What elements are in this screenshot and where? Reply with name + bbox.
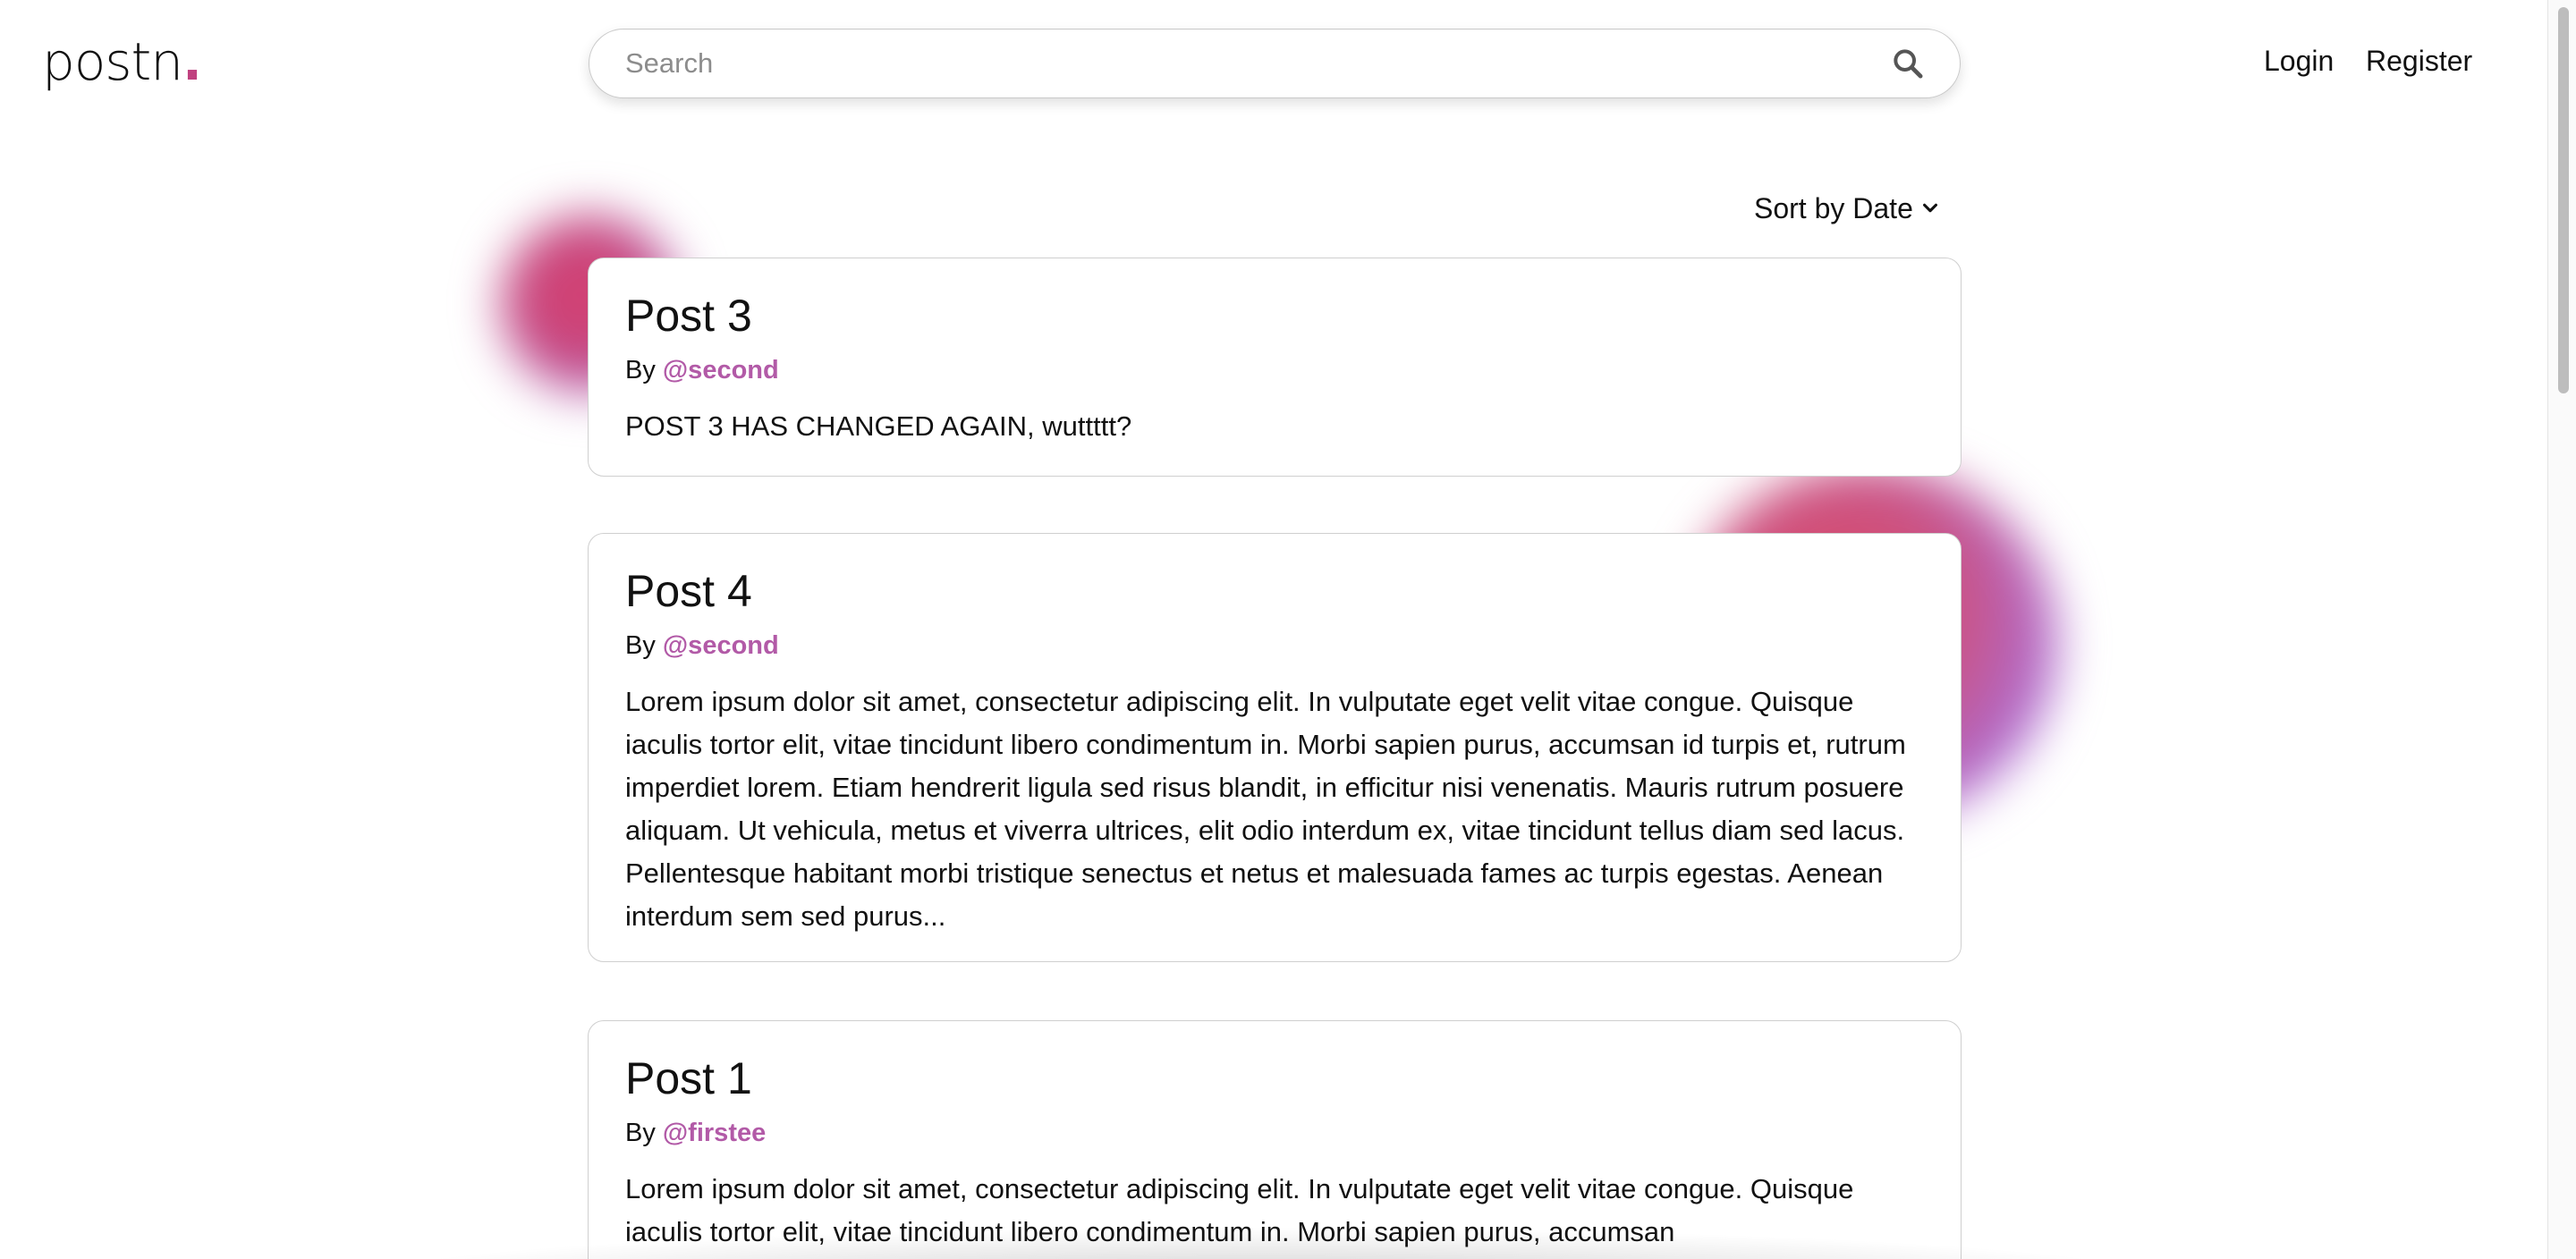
post-author: By @second <box>625 354 1925 386</box>
post-card[interactable]: Post 1 By @firstee Lorem ipsum dolor sit… <box>588 1020 1962 1259</box>
post-card[interactable]: Post 3 By @second POST 3 HAS CHANGED AGA… <box>588 258 1962 477</box>
post-body: Lorem ipsum dolor sit amet, consectetur … <box>625 1173 1854 1247</box>
search-bar <box>589 29 1961 98</box>
chevron-down-icon <box>1922 203 1937 213</box>
sort-label: Sort by Date <box>1754 192 1913 224</box>
search-icon[interactable] <box>1890 46 1926 81</box>
author-link[interactable]: @firstee <box>663 1119 766 1147</box>
register-link[interactable]: Register <box>2366 43 2472 79</box>
page: postn. Login Register Sort by Date Post … <box>0 0 2576 1259</box>
scrollbar-thumb[interactable] <box>2558 7 2569 393</box>
post-title[interactable]: Post 1 <box>625 1052 1925 1105</box>
post-body: POST 3 HAS CHANGED AGAIN, wuttttt? <box>625 410 1132 442</box>
logo-text: postn <box>42 31 183 92</box>
logo-dot: . <box>182 31 202 92</box>
by-label: By <box>625 1119 656 1147</box>
post-author: By @second <box>625 630 1925 662</box>
logo[interactable]: postn. <box>42 31 202 92</box>
sort-dropdown[interactable]: Sort by Date <box>1754 190 1940 226</box>
post-body: Lorem ipsum dolor sit amet, consectetur … <box>625 686 1906 932</box>
vertical-scrollbar[interactable] <box>2547 0 2576 1259</box>
login-link[interactable]: Login <box>2264 43 2334 79</box>
author-link[interactable]: @second <box>663 631 779 660</box>
post-title[interactable]: Post 4 <box>625 564 1925 618</box>
author-link[interactable]: @second <box>663 356 779 384</box>
post-title[interactable]: Post 3 <box>625 289 1925 342</box>
post-author: By @firstee <box>625 1117 1925 1149</box>
post-card[interactable]: Post 4 By @second Lorem ipsum dolor sit … <box>588 533 1962 962</box>
by-label: By <box>625 356 656 384</box>
by-label: By <box>625 631 656 660</box>
search-input[interactable] <box>625 47 1890 80</box>
